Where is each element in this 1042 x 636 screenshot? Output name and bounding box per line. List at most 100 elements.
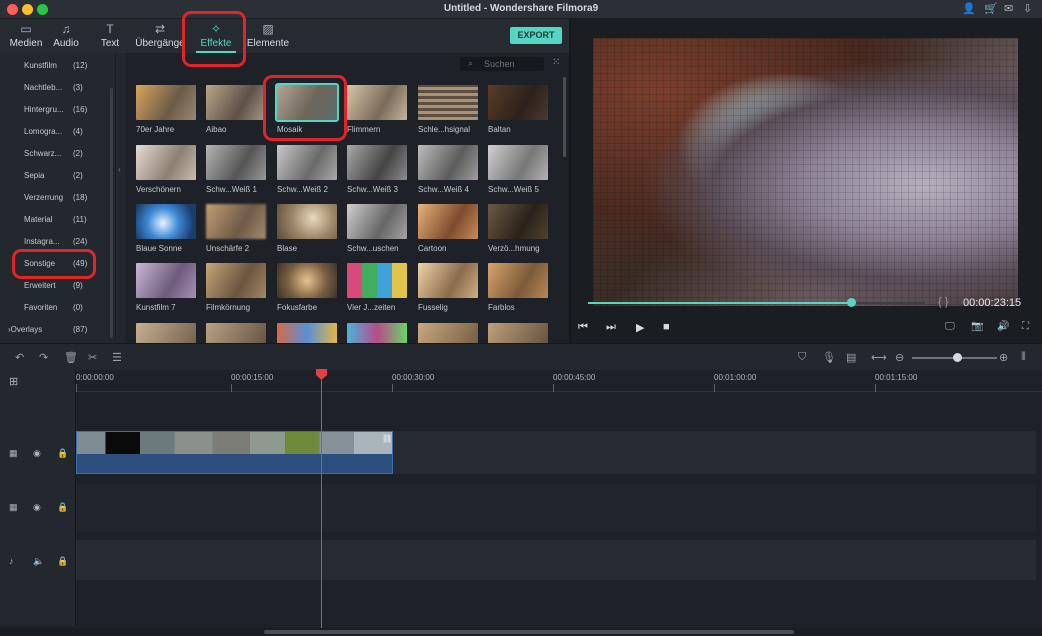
effect-tile[interactable]: Unschärfe 2 (206, 204, 266, 256)
marker-icon[interactable]: ⛉ (798, 351, 806, 364)
playhead[interactable] (321, 380, 322, 628)
cart-icon[interactable]: 🛒 (984, 2, 998, 15)
category-item-overlays[interactable]: ›Overlays (87) (0, 319, 115, 341)
effect-tile[interactable]: Aibao (206, 85, 266, 137)
category-item[interactable]: Instagra... (24) (0, 231, 115, 253)
effect-tile[interactable]: Schle...hsignal (418, 85, 478, 137)
scrubber-handle[interactable] (846, 298, 856, 307)
scrollbar-thumb[interactable] (264, 630, 794, 634)
fullscreen-icon[interactable]: ⛶ (1022, 321, 1029, 332)
effect-tile[interactable] (418, 323, 478, 343)
effect-tile[interactable] (136, 323, 196, 343)
effect-tile[interactable]: Blaue Sonne (136, 204, 196, 256)
ruler-tick (76, 384, 77, 392)
effect-thumbnail (277, 145, 337, 180)
effect-tile[interactable]: Verschönern (136, 145, 196, 197)
grid-view-icon[interactable]: ⁙ (552, 57, 560, 68)
previous-frame-icon[interactable]: ⏮ (578, 321, 588, 334)
download-icon[interactable]: ⇩ (1023, 2, 1032, 15)
video-clip[interactable]: ⛓ (76, 431, 393, 474)
preview-panel (571, 19, 1042, 343)
video-track-2[interactable] (76, 484, 1036, 532)
effect-tile[interactable]: Kunstfilm 7 (136, 263, 196, 315)
zoom-out-icon[interactable]: ⊖ (895, 351, 904, 364)
ruler-tick (392, 384, 393, 392)
render-preview-icon[interactable]: 🖵 (945, 321, 955, 332)
effect-tile[interactable]: Schw...Weiß 2 (277, 145, 337, 197)
zoom-in-icon[interactable]: ⊕ (999, 351, 1008, 364)
next-frame-icon[interactable]: ⏭ (606, 321, 616, 334)
category-item[interactable]: Schwarz... (2) (0, 143, 115, 165)
lock-icon[interactable]: 🔒 (57, 502, 68, 513)
effect-tile[interactable] (277, 323, 337, 343)
eye-icon[interactable]: ◉ (33, 502, 41, 513)
stop-icon[interactable]: ■ (663, 321, 670, 333)
eye-icon[interactable]: ◉ (33, 448, 41, 459)
effect-tile[interactable]: Cartoon (418, 204, 478, 256)
search-input[interactable]: ⌕ Suchen (460, 57, 544, 71)
video-track-icon: ▦ (9, 448, 18, 458)
tab-elemente[interactable]: ▨ Elemente (242, 19, 294, 53)
lock-icon[interactable]: 🔒 (57, 448, 68, 459)
mail-icon[interactable]: ✉ (1004, 2, 1013, 15)
snapshot-icon[interactable]: 📷 (971, 321, 983, 332)
tab-uebergaenge[interactable]: ⇄ Übergänge (132, 19, 188, 53)
play-icon[interactable]: ▶ (636, 321, 644, 334)
undo-icon[interactable]: ↶ (15, 351, 24, 364)
audio-track-1[interactable] (76, 540, 1036, 580)
effect-tile[interactable]: Verzö...hmung (488, 204, 548, 256)
export-button[interactable]: EXPORT (510, 27, 562, 44)
effect-tile[interactable]: Fokusfarbe (277, 263, 337, 315)
fit-timeline-icon[interactable]: ⟷ (871, 351, 887, 364)
effect-tile[interactable]: Flimmern (347, 85, 407, 137)
category-item[interactable]: Sepia (2) (0, 165, 115, 187)
cut-icon[interactable]: ✂ (88, 351, 97, 364)
effect-tile[interactable]: Schw...Weiß 3 (347, 145, 407, 197)
lock-icon[interactable]: 🔒 (57, 556, 68, 567)
timeline-settings-icon[interactable]: ⦀ (1021, 351, 1026, 364)
account-icon[interactable]: 👤 (962, 2, 976, 15)
effect-tile[interactable]: Schw...uschen (347, 204, 407, 256)
library-toolbar: ▭ Medien ♫ Audio T Text ⇄ Übergänge ✧ Ef… (0, 19, 570, 53)
microphone-icon[interactable]: 🎙 (822, 351, 836, 364)
effect-tile[interactable]: Schw...Weiß 4 (418, 145, 478, 197)
voiceover-icon[interactable]: ▤ (846, 351, 856, 364)
effect-tile[interactable] (347, 323, 407, 343)
effect-tile[interactable] (206, 323, 266, 343)
zoom-slider-handle[interactable] (953, 353, 963, 362)
category-item[interactable]: Nachtleb... (3) (0, 77, 115, 99)
mark-in-out-icon[interactable]: { } (938, 296, 948, 308)
category-item[interactable]: Hintergru... (16) (0, 99, 115, 121)
collapse-sidebar-button[interactable]: ‹ (115, 53, 125, 343)
category-item[interactable]: Favoriten (0) (0, 297, 115, 319)
effect-tile[interactable]: Baltan (488, 85, 548, 137)
effect-tile[interactable]: Schw...Weiß 5 (488, 145, 548, 197)
effect-tile[interactable]: Vier J...zeiten (347, 263, 407, 315)
effects-scrollbar[interactable] (563, 77, 566, 157)
effect-tile-mosaik[interactable]: Mosaik (275, 83, 339, 137)
effect-tile[interactable]: Farblos (488, 263, 548, 315)
timeline-horizontal-scrollbar[interactable] (0, 628, 1042, 636)
category-item[interactable]: Kunstfilm (12) (0, 55, 115, 77)
delete-icon[interactable]: 🗑 (64, 351, 78, 364)
category-item[interactable]: Lomogra... (4) (0, 121, 115, 143)
speaker-icon[interactable]: 🔈 (33, 556, 44, 567)
effect-tile[interactable]: Schw...Weiß 1 (206, 145, 266, 197)
tab-effekte[interactable]: ✧ Effekte (190, 19, 242, 53)
effect-tile[interactable]: Fusselig (418, 263, 478, 315)
sidebar-scrollbar[interactable] (110, 88, 113, 338)
redo-icon[interactable]: ↷ (39, 351, 48, 364)
add-track-icon[interactable]: ⊞ (9, 375, 18, 388)
tab-text[interactable]: T Text (84, 19, 136, 53)
effect-tile[interactable] (488, 323, 548, 343)
category-item-sonstige[interactable]: Sonstige (49) (0, 253, 115, 275)
adjust-icon[interactable]: ☰ (112, 351, 122, 364)
category-item[interactable]: Erweitert (9) (0, 275, 115, 297)
effect-tile[interactable]: 70er Jahre (136, 85, 196, 137)
category-item[interactable]: Verzerrung (18) (0, 187, 115, 209)
effect-tile[interactable]: Blase (277, 204, 337, 256)
category-item[interactable]: Material (11) (0, 209, 115, 231)
effect-tile[interactable]: Filmkörnung (206, 263, 266, 315)
volume-icon[interactable]: 🔊 (997, 321, 1009, 332)
timeline-ruler[interactable]: 0:00:00:00 00:00:15:00 00:00:30:00 00:00… (76, 370, 1042, 392)
